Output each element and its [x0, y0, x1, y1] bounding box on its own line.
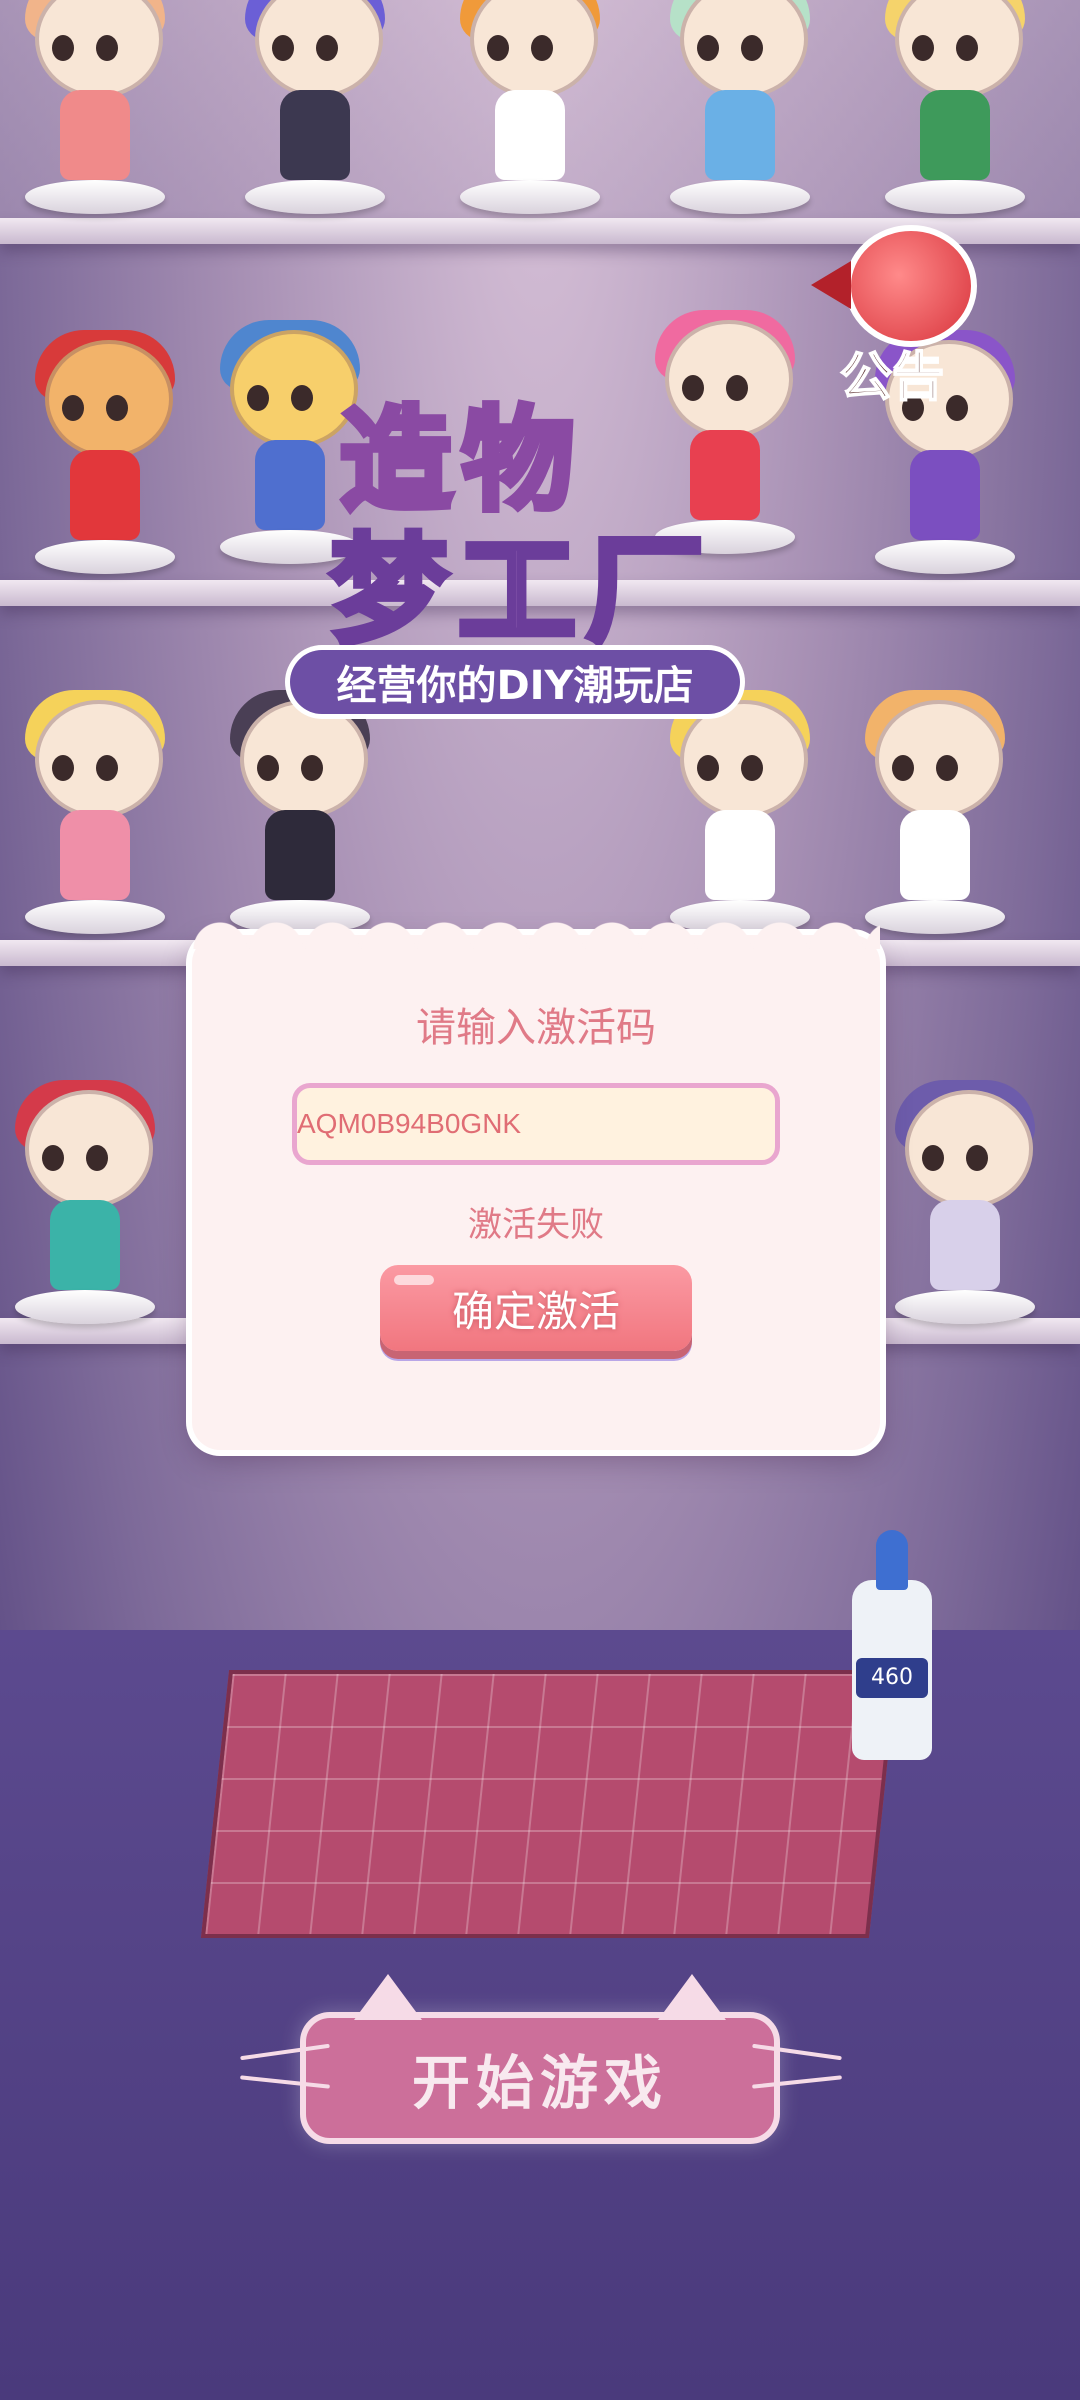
toy-figure: [240, 0, 390, 214]
announcement-button[interactable]: 公告: [811, 215, 1030, 409]
toy-figure: [880, 0, 1030, 214]
game-logo: 造物 梦工厂 经营你的DIY潮玩店: [290, 360, 770, 760]
glue-label: 460: [856, 1658, 928, 1698]
activation-code-input[interactable]: AQM0B94B0GNK: [292, 1083, 780, 1165]
toy-figure: [455, 0, 605, 214]
confirm-activation-button[interactable]: 确定激活: [380, 1265, 692, 1351]
toy-figure: [890, 1080, 1040, 1324]
logo-title-line2: 梦工厂: [327, 519, 715, 663]
cutting-mat: [200, 1670, 898, 1938]
toy-figure: [10, 1080, 160, 1324]
megaphone-icon: [811, 225, 977, 347]
activation-dialog: 请输入激活码 AQM0B94B0GNK 激活失败 确定激活: [192, 921, 880, 1450]
glue-cap: [876, 1530, 908, 1590]
cat-ear-left: [354, 1974, 422, 2020]
toy-figure: [20, 0, 170, 214]
toy-figure: [20, 690, 170, 934]
dialog-title: 请输入激活码: [416, 1005, 656, 1051]
announcement-label: 公告: [839, 347, 945, 409]
toy-figure: [30, 330, 180, 574]
start-game-button[interactable]: 开始游戏: [300, 1974, 780, 2144]
dialog-scallop-edge: [192, 921, 880, 949]
glue-bottle: 460: [852, 1530, 932, 1760]
cat-ear-right: [658, 1974, 726, 2020]
logo-subtitle: 经营你的DIY潮玩店: [290, 650, 740, 714]
start-game-label: 开始游戏: [411, 2049, 668, 2117]
activation-status: 激活失败: [468, 1205, 604, 1245]
toy-figure: [860, 690, 1010, 934]
toy-figure: [665, 0, 815, 214]
